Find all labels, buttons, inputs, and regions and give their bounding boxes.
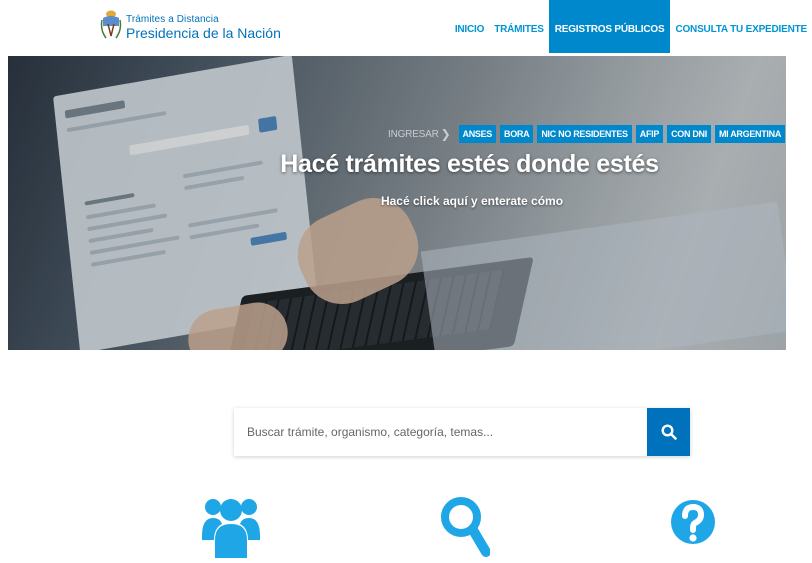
feature-users[interactable] [202,496,260,563]
feature-search[interactable] [440,496,491,563]
hero-carousel[interactable]: INGRESAR ❯ ANSES BORA NIC NO RESIDENTES A… [8,56,786,350]
logo-line1: Trámites a Distancia [126,13,219,25]
logo[interactable]: Trámites a Distancia Presidencia de la N… [100,10,281,44]
search-button[interactable] [647,408,690,456]
ingresar-label: INGRESAR ❯ [388,127,451,141]
nav-tramites[interactable]: TRÁMITES [489,0,549,58]
nav-consulta-expediente[interactable]: CONSULTA TU EXPEDIENTE [670,0,812,58]
nav-registros-publicos[interactable]: REGISTROS PÚBLICOS [548,0,671,53]
feature-help[interactable] [670,496,716,563]
quicklink-anses[interactable]: ANSES [458,125,497,143]
site-header: Trámites a Distancia Presidencia de la N… [0,0,812,58]
hero-subtitle[interactable]: Hacé click aquí y enterate cómo [8,194,786,208]
chevron-right-icon: ❯ [440,127,451,141]
hero-title[interactable]: Hacé trámites estés donde estés [8,150,786,179]
nav-inicio[interactable]: INICIO [450,0,489,58]
top-navigation: INICIO TRÁMITES REGISTROS PÚBLICOS CONSU… [450,0,812,58]
search-input[interactable] [234,408,647,456]
quicklink-con-dni[interactable]: CON DNI [667,125,711,143]
search-icon [441,497,491,557]
coat-of-arms-icon [100,10,122,39]
quicklink-bora[interactable]: BORA [500,125,534,143]
logo-line2: Presidencia de la Nación [126,24,281,41]
quicklink-nic-no-residentes[interactable]: NIC NO RESIDENTES [537,125,632,143]
question-icon [671,500,715,544]
quicklink-mi-argentina[interactable]: MI ARGENTINA [714,125,786,143]
search-bar [234,408,690,456]
quick-links-bar: INGRESAR ❯ ANSES BORA NIC NO RESIDENTES A… [388,124,786,144]
users-icon [202,499,260,558]
quicklink-afip[interactable]: AFIP [635,125,664,143]
search-icon [660,424,677,440]
